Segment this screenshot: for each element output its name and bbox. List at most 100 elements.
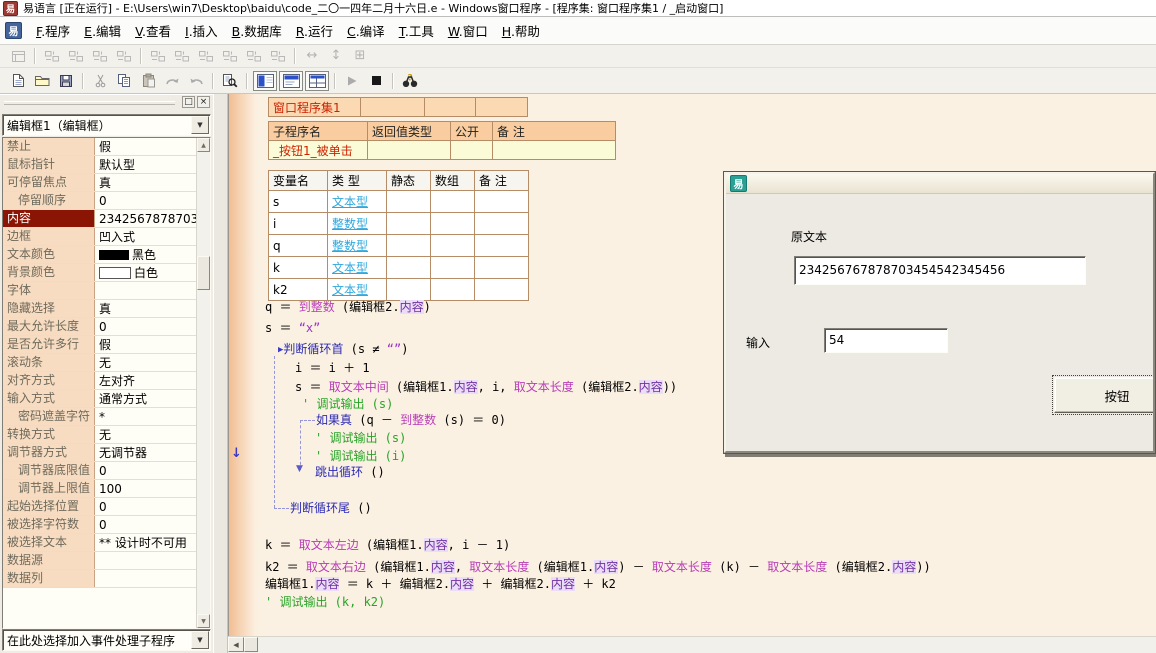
property-row[interactable]: 字体: [3, 282, 197, 300]
find-help-icon[interactable]: ?: [398, 71, 422, 91]
view-properties-icon[interactable]: [253, 71, 277, 91]
assembly-table[interactable]: 窗口程序集1: [268, 97, 528, 117]
property-row[interactable]: 被选择字符数0: [3, 516, 197, 534]
property-row[interactable]: 边框凹入式: [3, 228, 197, 246]
code-line[interactable]: 跳出循环 (): [315, 465, 385, 479]
property-value[interactable]: [95, 552, 197, 569]
source-text-input[interactable]: 234256767878703454542345456: [794, 256, 1086, 285]
scrollbar-thumb[interactable]: [197, 256, 210, 290]
property-row[interactable]: 调节器方式无调节器: [3, 444, 197, 462]
property-row[interactable]: 可停留焦点真: [3, 174, 197, 192]
variable-type-link[interactable]: 文本型: [328, 191, 387, 213]
property-row[interactable]: 调节器上限值100: [3, 480, 197, 498]
property-scrollbar[interactable]: ▲ ▼: [196, 138, 210, 628]
input-field[interactable]: 54: [824, 328, 948, 353]
code-line[interactable]: s ＝ 取文本中间 (编辑框1.内容, i, 取文本长度 (编辑框2.内容)): [295, 380, 677, 394]
property-value[interactable]: *: [95, 408, 197, 425]
event-handler-selector[interactable]: 在此处选择加入事件处理子程序 ▼: [2, 629, 211, 651]
view-all-icon[interactable]: [305, 71, 329, 91]
property-row[interactable]: 最大允许长度0: [3, 318, 197, 336]
property-value[interactable]: 100: [95, 480, 197, 497]
property-value[interactable]: 假: [95, 138, 197, 155]
code-line[interactable]: 判断循环尾 (): [290, 501, 372, 515]
code-line[interactable]: 如果真 (q － 到整数 (s) ＝ 0): [316, 413, 506, 427]
property-row[interactable]: 禁止假: [3, 138, 197, 156]
panel-grip[interactable]: [4, 101, 175, 105]
property-value[interactable]: 默认型: [95, 156, 197, 173]
property-value[interactable]: 假: [95, 336, 197, 353]
property-value[interactable]: 0: [95, 318, 197, 335]
property-value[interactable]: 0: [95, 462, 197, 479]
property-value[interactable]: 白色: [95, 264, 197, 281]
subroutine-table[interactable]: 子程序名返回值类型公开备 注_按钮1_被单击: [268, 121, 616, 160]
code-line[interactable]: i ＝ i ＋ 1: [295, 361, 370, 375]
property-value[interactable]: 2342567878703454: [95, 210, 197, 227]
property-value[interactable]: 无: [95, 426, 197, 443]
property-row[interactable]: 对齐方式左对齐: [3, 372, 197, 390]
menu-item-h[interactable]: H.帮助: [495, 18, 547, 43]
scroll-down-icon[interactable]: ▼: [197, 614, 210, 628]
property-row[interactable]: 输入方式通常方式: [3, 390, 197, 408]
code-line[interactable]: ▶判断循环首 (s ≠ “”): [278, 342, 408, 357]
property-row[interactable]: 起始选择位置0: [3, 498, 197, 516]
property-row[interactable]: 转换方式无: [3, 426, 197, 444]
runtime-titlebar[interactable]: 易: [726, 174, 1153, 194]
menu-item-t[interactable]: T.工具: [392, 18, 441, 43]
property-value[interactable]: 0: [95, 192, 197, 209]
scrollbar-thumb[interactable]: [244, 637, 258, 652]
code-line[interactable]: s ＝ “x”: [265, 321, 320, 335]
menu-item-v[interactable]: V.查看: [128, 18, 178, 43]
code-line[interactable]: q ＝ 到整数 (编辑框2.内容): [265, 300, 431, 314]
code-line[interactable]: k ＝ 取文本左边 (编辑框1.内容, i － 1): [265, 538, 510, 552]
variable-type-link[interactable]: 整数型: [328, 235, 387, 257]
code-line[interactable]: ' 调试输出 (s): [315, 431, 406, 445]
variable-table[interactable]: 变量名类 型静态数组备 注s文本型i整数型q整数型k文本型k2文本型: [268, 170, 529, 301]
property-row[interactable]: 内容2342567878703454: [3, 210, 197, 228]
menu-item-f[interactable]: F.程序: [29, 18, 77, 43]
code-line[interactable]: ' 调试输出 (k, k2): [265, 595, 385, 609]
property-value[interactable]: 通常方式: [95, 390, 197, 407]
property-row[interactable]: 鼠标指针默认型: [3, 156, 197, 174]
panel-float-button[interactable]: □: [182, 96, 195, 108]
menu-item-e[interactable]: E.编辑: [77, 18, 128, 43]
code-line[interactable]: ' 调试输出 (s): [302, 397, 393, 411]
property-row[interactable]: 数据源: [3, 552, 197, 570]
property-row[interactable]: 滚动条无: [3, 354, 197, 372]
property-value[interactable]: ** 设计时不可用: [95, 534, 197, 551]
panel-close-button[interactable]: ×: [197, 96, 210, 108]
save-file-icon[interactable]: [54, 71, 78, 91]
code-h-scrollbar[interactable]: ◀: [228, 636, 1156, 653]
code-line[interactable]: ' 调试输出 (i): [315, 449, 406, 463]
property-row[interactable]: 密码遮盖字符*: [3, 408, 197, 426]
menu-item-b[interactable]: B.数据库: [225, 18, 289, 43]
property-value[interactable]: 无调节器: [95, 444, 197, 461]
run-action-button[interactable]: 按钮: [1052, 375, 1153, 415]
property-row[interactable]: 停留顺序0: [3, 192, 197, 210]
property-row[interactable]: 文本颜色黑色: [3, 246, 197, 264]
run-action-button-face[interactable]: 按钮: [1054, 377, 1153, 413]
panel-splitter[interactable]: [213, 94, 228, 653]
property-row[interactable]: 是否允许多行假: [3, 336, 197, 354]
view-code-icon[interactable]: [279, 71, 303, 91]
menu-item-w[interactable]: W.窗口: [441, 18, 495, 43]
scroll-up-icon[interactable]: ▲: [197, 138, 210, 152]
variable-type-link[interactable]: 文本型: [328, 279, 387, 301]
menu-item-c[interactable]: C.编译: [340, 18, 392, 43]
property-row[interactable]: 背景颜色白色: [3, 264, 197, 282]
open-file-icon[interactable]: [30, 71, 54, 91]
property-row[interactable]: 调节器底限值0: [3, 462, 197, 480]
property-row[interactable]: 隐藏选择真: [3, 300, 197, 318]
menu-item-i[interactable]: I.插入: [178, 18, 225, 43]
property-row[interactable]: 数据列: [3, 570, 197, 588]
property-value[interactable]: 无: [95, 354, 197, 371]
new-file-icon[interactable]: [6, 71, 30, 91]
property-value[interactable]: 真: [95, 174, 197, 191]
property-value[interactable]: 真: [95, 300, 197, 317]
stop-icon[interactable]: [364, 71, 388, 91]
menu-item-r[interactable]: R.运行: [289, 18, 340, 43]
property-value[interactable]: 0: [95, 498, 197, 515]
copy-icon[interactable]: [112, 71, 136, 91]
component-selector[interactable]: 编辑框1（编辑框） ▼: [2, 114, 211, 136]
property-value[interactable]: [95, 282, 197, 299]
property-value[interactable]: 黑色: [95, 246, 197, 263]
